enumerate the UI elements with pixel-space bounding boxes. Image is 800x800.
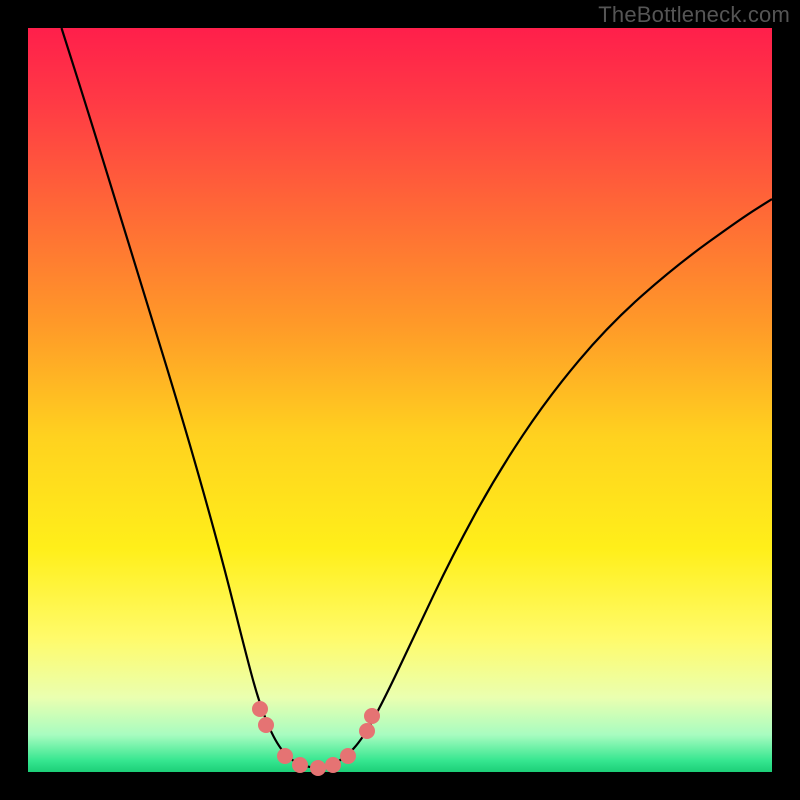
- curve-marker: [325, 757, 341, 773]
- curve-marker: [258, 717, 274, 733]
- curve-marker: [310, 760, 326, 776]
- chart-markers: [28, 28, 772, 772]
- curve-marker: [292, 757, 308, 773]
- curve-marker: [340, 748, 356, 764]
- curve-marker: [252, 701, 268, 717]
- curve-marker: [364, 708, 380, 724]
- curve-marker: [277, 748, 293, 764]
- watermark-text: TheBottleneck.com: [598, 2, 790, 28]
- chart-frame: [28, 28, 772, 772]
- curve-marker: [359, 723, 375, 739]
